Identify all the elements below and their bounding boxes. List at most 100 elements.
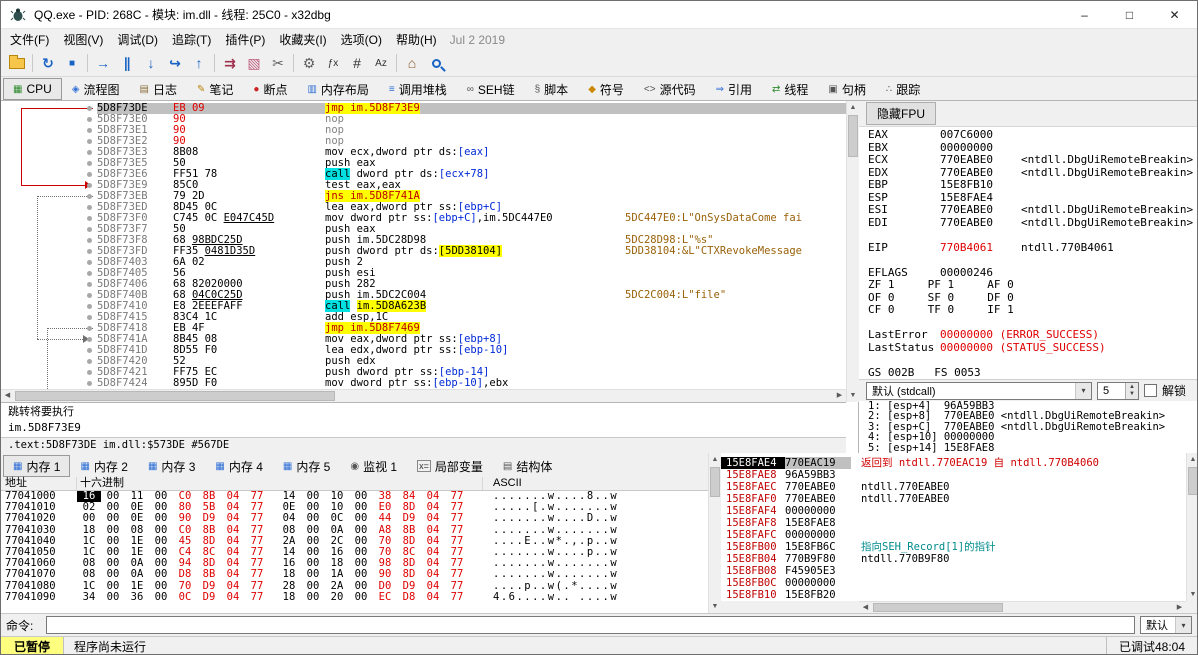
menu-item[interactable]: 帮助(H) (389, 31, 444, 49)
stack-row[interactable]: 15E8FAE4770EAC19返回到 ntdll.770EAC19 自 ntd… (721, 457, 1186, 469)
register-row[interactable]: ESI770EABE0<ntdll.DbgUiRemoteBreakin> (868, 204, 1198, 217)
scroll-right-icon[interactable]: ▶ (1173, 602, 1186, 613)
breakpoint-dot[interactable] (87, 370, 92, 375)
scroll-right-icon[interactable]: ▶ (833, 390, 846, 402)
breakpoint-dot[interactable] (87, 139, 92, 144)
flags-row[interactable]: CF 0 TF 0 IF 1 (868, 304, 1198, 317)
stack-row[interactable]: 15E8FB08F45905E3 (721, 565, 1186, 577)
run-icon[interactable]: → (91, 52, 115, 74)
scroll-down-icon[interactable]: ▼ (709, 600, 721, 613)
trace-into-icon[interactable]: ⇉ (218, 52, 242, 74)
dump-vscrollbar[interactable]: ▲ ▼ (708, 453, 721, 613)
tab-引用[interactable]: ⇒引用 (706, 78, 762, 100)
flags-row[interactable]: GS 002B FS 0053 (868, 367, 1198, 380)
dump-row[interactable]: 7704102000000E0090D9047704000C0044D90477… (1, 513, 708, 524)
stack-row[interactable]: 15E8FAF0770EABE0ntdll.770EABE0 (721, 493, 1186, 505)
tab-断点[interactable]: ●断点 (243, 78, 297, 100)
close-button[interactable]: ✕ (1152, 1, 1197, 28)
scissors-icon[interactable]: ✂ (266, 52, 290, 74)
stack-row[interactable]: 15E8FB0015E8FB6C指向SEH_Record[1]的指针 (721, 541, 1186, 553)
breakpoint-dot[interactable] (87, 304, 92, 309)
breakpoint-dot[interactable] (87, 326, 92, 331)
breakpoint-dot[interactable] (87, 227, 92, 232)
tab-脚本[interactable]: §脚本 (525, 78, 579, 100)
scroll-left-icon[interactable]: ◀ (1, 390, 14, 402)
tab-流程图[interactable]: ◈流程图 (62, 78, 130, 100)
breakpoint-dot[interactable] (87, 150, 92, 155)
breakpoint-dot[interactable] (87, 337, 92, 342)
argument-row[interactable]: 4: [esp+10] 00000000 (868, 432, 1198, 442)
bottom-tab-局部变量[interactable]: x=局部变量 (407, 455, 493, 477)
menu-item[interactable]: 视图(V) (56, 31, 110, 49)
maximize-button[interactable]: □ (1107, 1, 1152, 28)
breakpoint-dot[interactable] (87, 128, 92, 133)
tab-线程[interactable]: ⇄线程 (762, 78, 818, 100)
tab-句柄[interactable]: ▣句柄 (818, 78, 875, 100)
scroll-thumb[interactable] (710, 467, 720, 497)
pause-icon[interactable]: ∥ (115, 52, 139, 74)
register-row[interactable]: EDI770EABE0<ntdll.DbgUiRemoteBreakin> (868, 217, 1198, 230)
disassembly-hscrollbar[interactable]: ◀ ▶ (1, 389, 846, 402)
bottom-tab-内存 4[interactable]: ▦内存 4 (205, 455, 272, 477)
settings-icon[interactable]: ⚙ (297, 52, 321, 74)
breakpoint-dot[interactable] (87, 172, 92, 177)
step-over-icon[interactable]: ↪ (163, 52, 187, 74)
stack-row[interactable]: 15E8FB1015E8FB20 (721, 589, 1186, 601)
disassembly-vscrollbar[interactable]: ▲ ▼ (846, 101, 859, 402)
tab-日志[interactable]: ▤日志 (130, 78, 187, 100)
breakpoint-dot[interactable] (87, 161, 92, 166)
hide-fpu-button[interactable]: 隐藏FPU (866, 102, 936, 125)
menu-item[interactable]: 追踪(T) (165, 31, 218, 49)
menu-item[interactable]: 文件(F) (3, 31, 56, 49)
dump-row[interactable]: 7704107008000A00D88B047718001A00908D0477… (1, 569, 708, 580)
breakpoint-dot[interactable] (87, 238, 92, 243)
command-profile-select[interactable]: 默认 ▾ (1140, 616, 1192, 634)
tab-内存布局[interactable]: ▥内存布局 (297, 78, 378, 100)
scroll-thumb[interactable] (848, 115, 858, 157)
calling-convention-select[interactable]: 默认 (stdcall) ▾ (866, 382, 1092, 400)
bottom-tab-内存 3[interactable]: ▦内存 3 (138, 455, 205, 477)
breakpoint-dot[interactable] (87, 216, 92, 221)
search-icon[interactable] (424, 52, 448, 74)
menu-item[interactable]: 收藏夹(I) (272, 31, 333, 49)
tab-SEH链[interactable]: ∞SEH链 (457, 78, 525, 100)
bottom-tab-结构体[interactable]: ▤结构体 (493, 455, 562, 477)
bottom-tab-内存 1[interactable]: ▦内存 1 (3, 455, 70, 477)
scroll-up-icon[interactable]: ▲ (1187, 453, 1198, 466)
spinner-arrows-icon[interactable]: ▲▼ (1125, 383, 1138, 399)
stop-icon[interactable]: ■ (60, 52, 84, 74)
breakpoint-dot[interactable] (87, 282, 92, 287)
argument-row[interactable]: 5: [esp+14] 15E8FAE8 (868, 443, 1198, 453)
scroll-thumb[interactable] (15, 391, 335, 401)
flags-row[interactable]: ZF 1 PF 1 AF 0 (868, 279, 1198, 292)
dump-row[interactable]: 770410801C001E0070D9047728002A00D0D90477… (1, 581, 708, 592)
calculator-fx-icon[interactable]: ƒx (321, 52, 345, 74)
breakpoint-dot[interactable] (87, 249, 92, 254)
scroll-down-icon[interactable]: ▼ (1187, 588, 1198, 601)
minimize-button[interactable]: – (1062, 1, 1107, 28)
register-row[interactable]: LastError00000000 (ERROR_SUCCESS) (868, 329, 1198, 342)
execute-till-return-icon[interactable]: ↑ (187, 52, 211, 74)
menu-item[interactable]: 选项(O) (334, 31, 389, 49)
hash-icon[interactable]: # (345, 52, 369, 74)
scroll-up-icon[interactable]: ▲ (847, 101, 859, 114)
stack-row[interactable]: 15E8FAF815E8FAE8 (721, 517, 1186, 529)
tab-CPU[interactable]: ▦CPU (3, 78, 62, 100)
breakpoint-dot[interactable] (87, 315, 92, 320)
menu-item[interactable]: 插件(P) (218, 31, 272, 49)
stack-row[interactable]: 15E8FAFC00000000 (721, 529, 1186, 541)
register-row[interactable]: LastStatus00000000 (STATUS_SUCCESS) (868, 342, 1198, 355)
scroll-thumb[interactable] (873, 603, 1003, 612)
stack-vscrollbar[interactable]: ▲ ▼ (1186, 453, 1198, 601)
disasm-row[interactable]: 5D8F7424895D F0mov dword ptr ss:[ebp-10]… (1, 378, 846, 389)
bottom-tab-监视 1[interactable]: ◉监视 1 (340, 455, 407, 477)
register-row[interactable]: EIP770B4061ntdll.770B4061 (868, 242, 1198, 255)
breakpoint-dot[interactable] (87, 183, 92, 188)
tab-跟踪[interactable]: ∴跟踪 (876, 78, 930, 100)
breakpoint-dot[interactable] (87, 381, 92, 386)
breakpoint-dot[interactable] (87, 205, 92, 210)
stack-row[interactable]: 15E8FB04770B9F80ntdll.770B9F80 (721, 553, 1186, 565)
breakpoint-dot[interactable] (87, 117, 92, 122)
scroll-left-icon[interactable]: ◀ (859, 602, 872, 613)
breakpoint-dot[interactable] (87, 260, 92, 265)
